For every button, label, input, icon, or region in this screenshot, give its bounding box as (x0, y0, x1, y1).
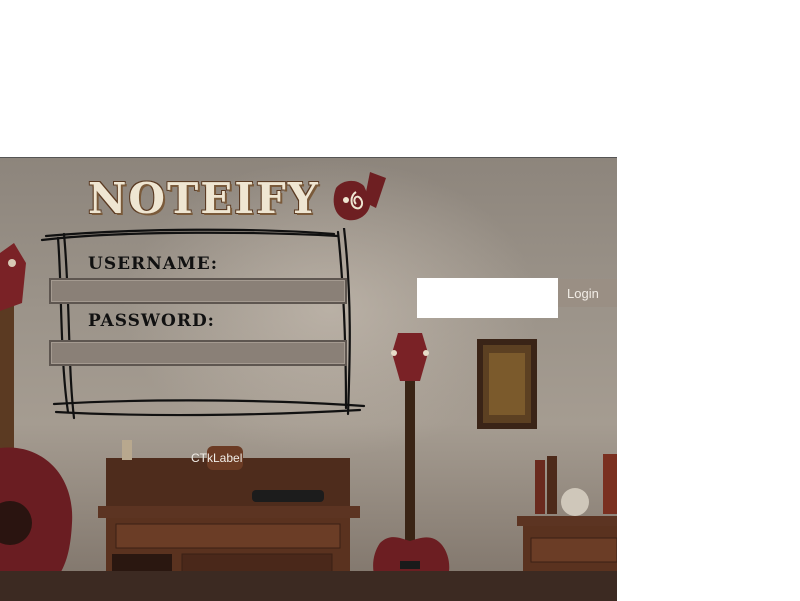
login-background-scene: NOTEIFY USERNAME: PASSWORD: Login CTkLab… (0, 157, 617, 601)
framed-picture (477, 339, 537, 429)
music-note-logo-icon (333, 172, 386, 221)
login-button[interactable]: Login (558, 279, 617, 307)
username-field[interactable] (49, 278, 347, 304)
username-label: USERNAME: (88, 254, 218, 274)
password-field[interactable] (49, 340, 347, 366)
side-entry-field[interactable] (417, 278, 558, 318)
app-title: NOTEIFY (88, 174, 320, 223)
status-label: CTkLabel (191, 451, 243, 465)
electric-guitar (373, 333, 450, 601)
password-label: PASSWORD: (88, 311, 215, 331)
floor (0, 571, 617, 601)
